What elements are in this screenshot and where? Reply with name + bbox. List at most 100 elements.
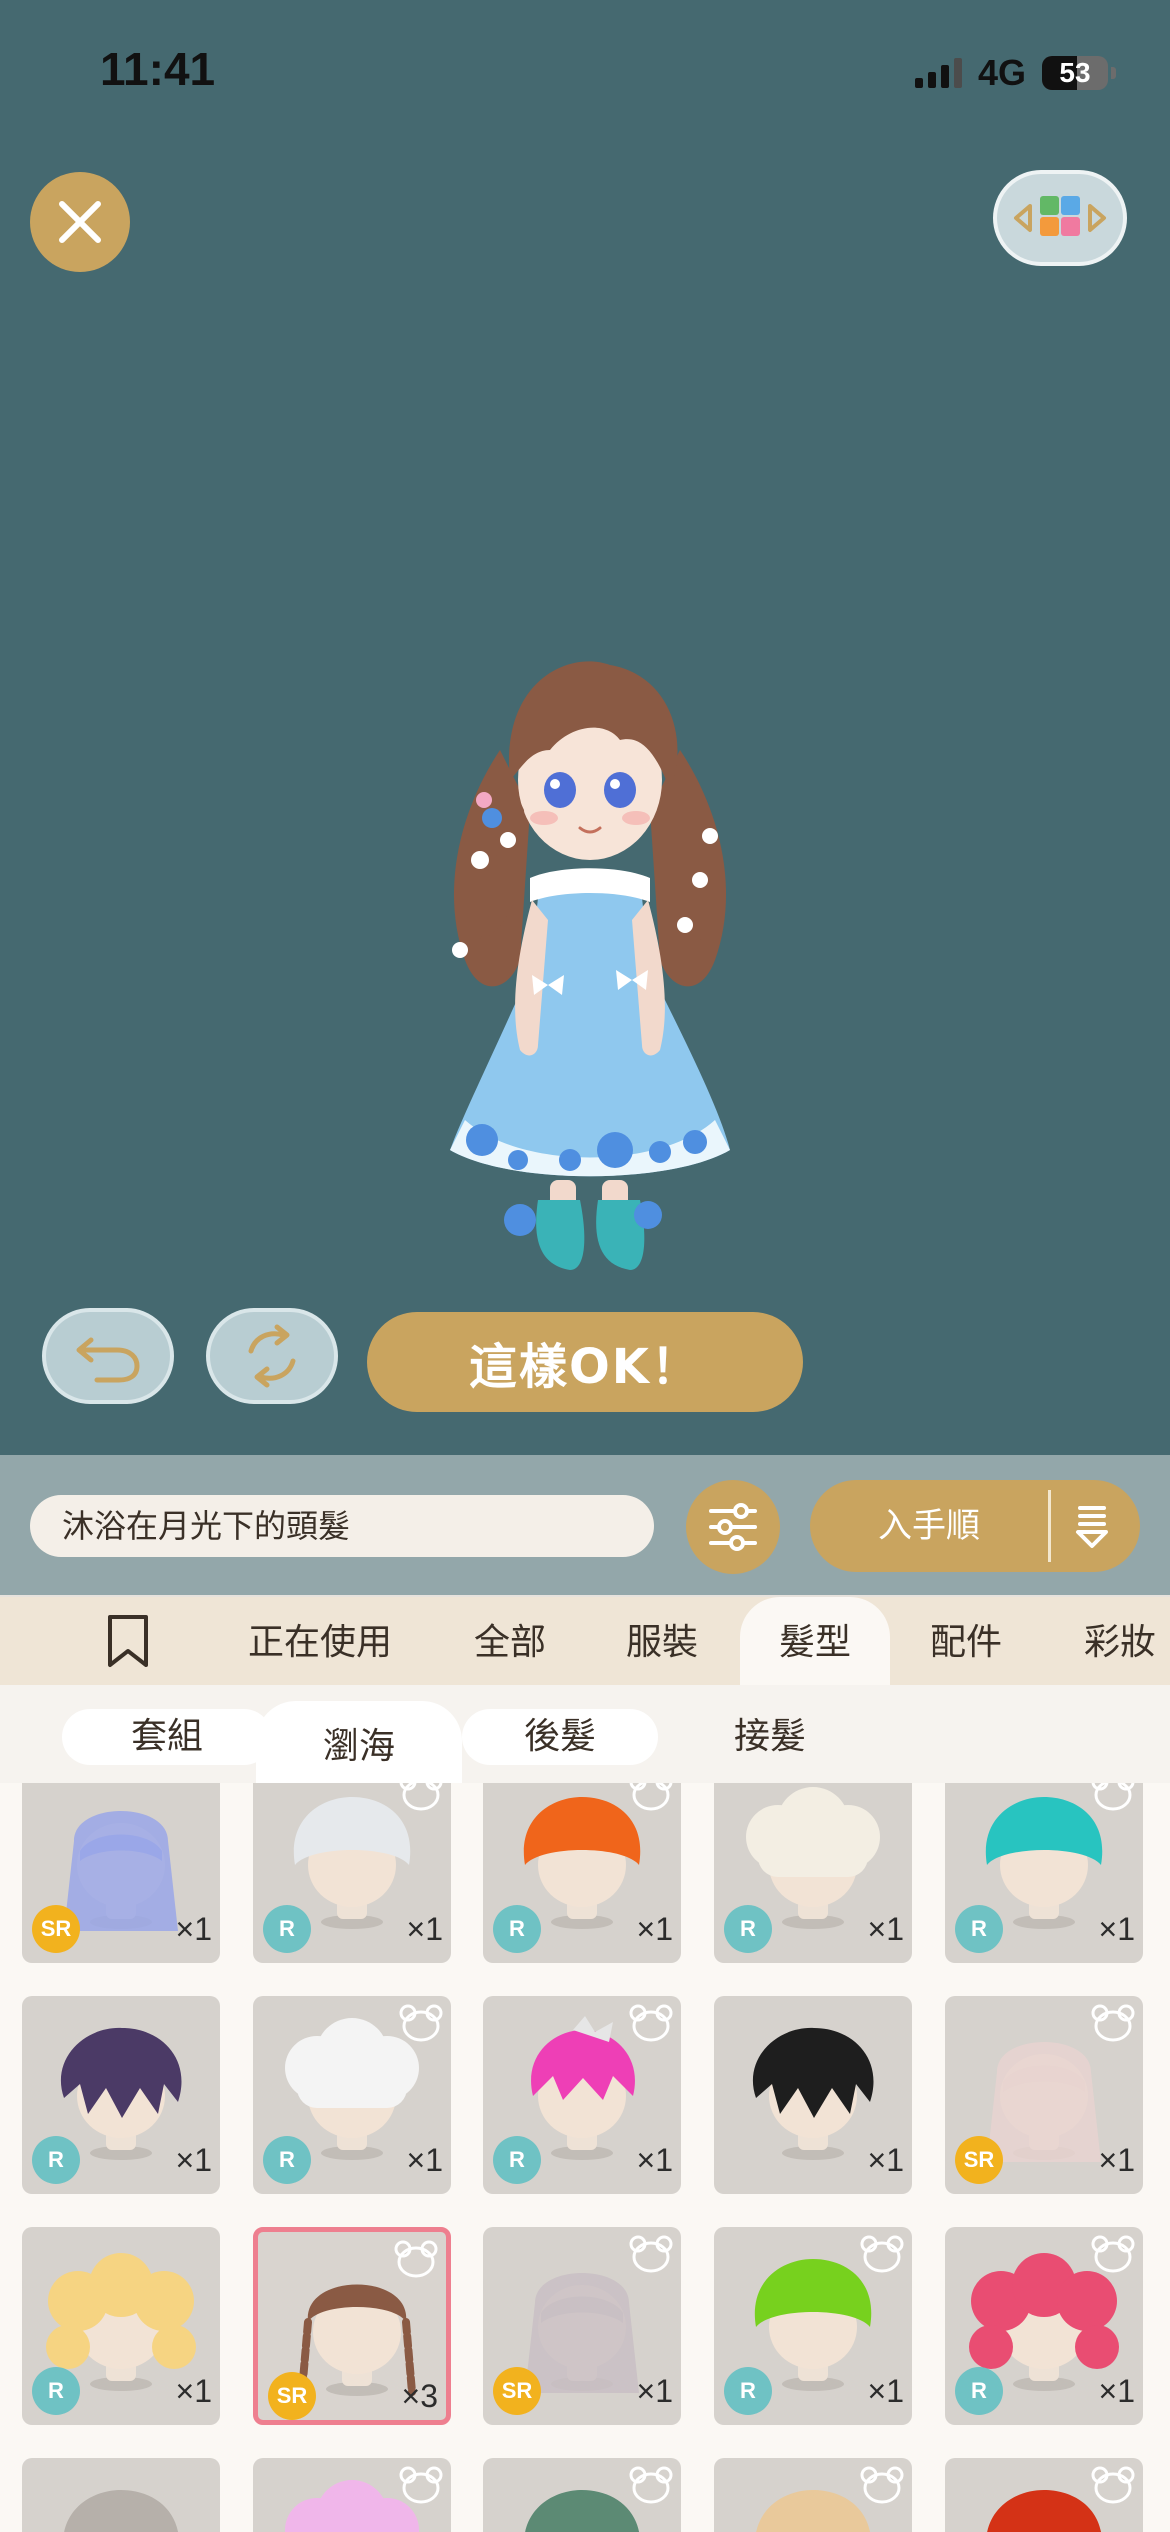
bear-icon: [1091, 2466, 1135, 2508]
hair-item-card[interactable]: [253, 2458, 451, 2532]
sort-button[interactable]: 入手順: [810, 1480, 1140, 1572]
battery-level: 53: [1059, 57, 1091, 88]
rarity-badge: R: [955, 1905, 1003, 1953]
filter-settings-button[interactable]: [686, 1480, 780, 1574]
bear-icon: [629, 1783, 673, 1815]
rarity-badge: SR: [955, 2136, 1003, 2184]
hair-item-card[interactable]: SR ×3: [253, 2227, 451, 2425]
rarity-badge: R: [955, 2367, 1003, 2415]
tab-in-use[interactable]: 正在使用: [220, 1597, 420, 1685]
status-time: 11:41: [100, 43, 216, 95]
tab-accessories[interactable]: 配件: [906, 1597, 1026, 1685]
tab-clothing[interactable]: 服裝: [602, 1597, 722, 1685]
rarity-badge: R: [263, 1905, 311, 1953]
hair-item-card[interactable]: R ×1: [253, 1783, 451, 1963]
hair-preview-icon: [64, 2490, 178, 2532]
undo-icon: [76, 1337, 140, 1383]
item-quantity: ×1: [636, 2373, 673, 2409]
hair-preview-icon: [752, 2027, 874, 2118]
hair-item-card[interactable]: R ×1: [945, 2227, 1143, 2425]
search-input[interactable]: 沐浴在月光下的頭髮: [30, 1495, 654, 1557]
bear-icon: [629, 2235, 673, 2277]
bear-icon: [394, 2240, 438, 2282]
hair-item-card[interactable]: SR ×1: [483, 2227, 681, 2425]
hair-item-card[interactable]: SR ×1: [22, 1783, 220, 1963]
rarity-badge: R: [724, 2367, 772, 2415]
item-quantity: ×3: [401, 2378, 438, 2414]
bear-icon: [860, 2235, 904, 2277]
bear-icon: [1091, 2004, 1135, 2046]
rarity-badge: R: [493, 1905, 541, 1953]
switch-view-button[interactable]: [993, 170, 1127, 266]
rarity-badge: SR: [32, 1905, 80, 1953]
item-quantity: ×1: [1098, 2373, 1135, 2409]
item-quantity: ×1: [175, 2142, 212, 2178]
item-quantity: ×1: [175, 1911, 212, 1947]
subtab-set[interactable]: 套組: [62, 1709, 272, 1765]
hair-item-card[interactable]: R ×1: [714, 1783, 912, 1963]
hair-item-card[interactable]: [714, 2458, 912, 2532]
close-icon: [59, 201, 101, 243]
item-quantity: ×1: [636, 1911, 673, 1947]
item-quantity: ×1: [867, 1911, 904, 1947]
confirm-button[interactable]: 這樣OK！: [367, 1312, 803, 1412]
sort-label: 入手順: [878, 1506, 980, 1546]
item-quantity: ×1: [867, 2373, 904, 2409]
avatar-character: [450, 661, 730, 1270]
bookmark-icon[interactable]: [104, 1613, 152, 1669]
item-quantity: ×1: [1098, 1911, 1135, 1947]
subtab-back-hair[interactable]: 後髮: [462, 1709, 658, 1765]
randomize-button[interactable]: [206, 1308, 338, 1404]
bear-icon: [1091, 1783, 1135, 1815]
item-grid: SR ×1 R ×1 R ×1 R ×1 R ×1 R ×1 R ×1 R ×1 ×1 SR ×1 R ×1 SR ×3 SR…: [0, 1783, 1170, 2532]
refresh-icon: [248, 1324, 296, 1388]
bear-icon: [399, 1783, 443, 1815]
bear-icon: [399, 2466, 443, 2508]
subtab-extensions[interactable]: 接髮: [700, 1709, 840, 1765]
tab-hairstyle[interactable]: 髮型: [740, 1597, 890, 1685]
signal-icon: [914, 58, 962, 88]
rarity-badge: R: [263, 2136, 311, 2184]
hair-item-card[interactable]: [22, 2458, 220, 2532]
close-button[interactable]: [30, 172, 130, 272]
sliders-icon: [709, 1503, 757, 1551]
item-quantity: ×1: [867, 2142, 904, 2178]
tab-makeup[interactable]: 彩妝: [1060, 1597, 1170, 1685]
hair-preview-icon: [746, 1787, 880, 1877]
hair-item-card[interactable]: ×1: [714, 1996, 912, 2194]
hair-item-card[interactable]: R ×1: [714, 2227, 912, 2425]
bear-icon: [1091, 2235, 1135, 2277]
bear-icon: [860, 2466, 904, 2508]
rarity-badge: SR: [493, 2367, 541, 2415]
rarity-badge: SR: [268, 2372, 316, 2420]
hair-item-card[interactable]: R ×1: [22, 1996, 220, 2194]
hair-item-card[interactable]: R ×1: [22, 2227, 220, 2425]
color-grid-switch-icon: [1014, 196, 1106, 236]
rarity-badge: R: [32, 2136, 80, 2184]
item-quantity: ×1: [406, 1911, 443, 1947]
rarity-badge: R: [493, 2136, 541, 2184]
status-bar-right: 4G 53: [914, 52, 1116, 94]
item-quantity: ×1: [175, 2373, 212, 2409]
bear-icon: [629, 2466, 673, 2508]
subtab-bangs[interactable]: 瀏海: [256, 1701, 462, 1783]
bear-icon: [629, 2004, 673, 2046]
network-label: 4G: [977, 52, 1026, 93]
item-quantity: ×1: [406, 2142, 443, 2178]
undo-button[interactable]: [42, 1308, 174, 1404]
hair-item-card[interactable]: R ×1: [483, 1783, 681, 1963]
hair-item-card[interactable]: [945, 2458, 1143, 2532]
tab-all[interactable]: 全部: [450, 1597, 570, 1685]
item-quantity: ×1: [636, 2142, 673, 2178]
rarity-badge: R: [724, 1905, 772, 1953]
hair-item-card[interactable]: R ×1: [483, 1996, 681, 2194]
hair-preview-icon: [60, 2027, 182, 2118]
hair-subtabs: 套組 瀏海 後髮 接髮: [0, 1685, 1170, 1783]
bear-icon: [399, 2004, 443, 2046]
hair-item-card[interactable]: [483, 2458, 681, 2532]
item-quantity: ×1: [1098, 2142, 1135, 2178]
hair-item-card[interactable]: R ×1: [945, 1783, 1143, 1963]
hair-item-card[interactable]: R ×1: [253, 1996, 451, 2194]
category-tabs: 正在使用 全部 服裝 髮型 配件 彩妝: [0, 1597, 1170, 1685]
hair-item-card[interactable]: SR ×1: [945, 1996, 1143, 2194]
